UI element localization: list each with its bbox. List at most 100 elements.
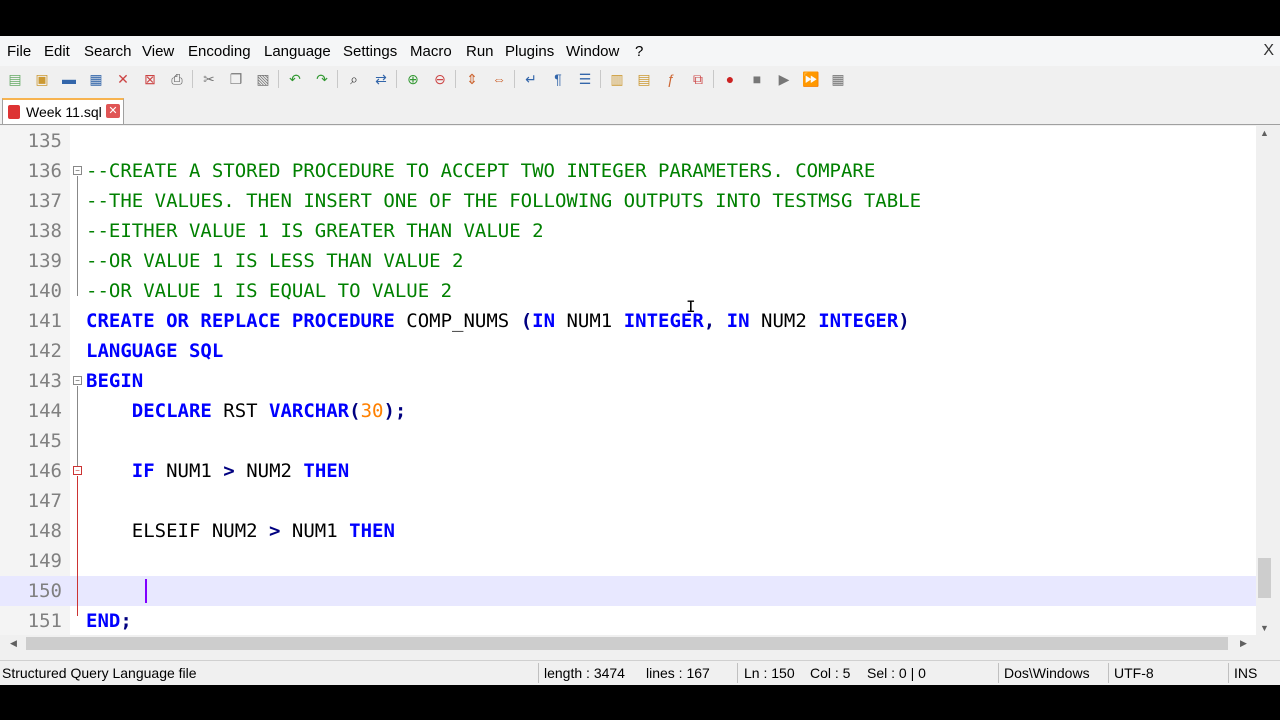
- tab-close-icon[interactable]: ✕: [106, 104, 120, 118]
- zoom-in-icon[interactable]: ⊕: [403, 69, 423, 89]
- doc-switcher-icon[interactable]: ⧉: [688, 69, 708, 89]
- horizontal-scrollbar[interactable]: ◀ ▶: [0, 635, 1256, 652]
- code-token: --THE VALUES. THEN INSERT ONE OF THE FOL…: [86, 190, 922, 212]
- tab-week-11-sql[interactable]: Week 11.sql ✕: [2, 98, 124, 124]
- scroll-up-icon[interactable]: ▲: [1260, 128, 1269, 138]
- menu-edit[interactable]: Edit: [44, 43, 70, 60]
- line-number: 137: [27, 190, 62, 212]
- code-line[interactable]: 151 END;: [0, 606, 1256, 636]
- fold-toggle-icon[interactable]: −: [73, 466, 82, 475]
- function-list-icon[interactable]: ƒ: [661, 69, 681, 89]
- code-token: >: [223, 460, 235, 482]
- close-document-icon[interactable]: X: [1263, 42, 1274, 60]
- scroll-left-icon[interactable]: ◀: [10, 638, 17, 649]
- code-line[interactable]: 149: [0, 546, 1256, 576]
- menu-window[interactable]: Window: [566, 43, 619, 60]
- code-line[interactable]: 147: [0, 486, 1256, 516]
- code-text: --THE VALUES. THEN INSERT ONE OF THE FOL…: [86, 186, 921, 216]
- undo-icon[interactable]: ↶: [285, 69, 305, 89]
- code-line[interactable]: 146 IF NUM1 > NUM2 THEN: [0, 456, 1256, 486]
- code-editor[interactable]: 135 136 --CREATE A STORED PROCEDURE TO ACC…: [0, 126, 1256, 636]
- fold-toggle-icon[interactable]: −: [73, 376, 82, 385]
- save-icon[interactable]: ▬: [59, 69, 79, 89]
- code-token: IN: [726, 310, 750, 332]
- print-icon[interactable]: ⎙: [167, 69, 187, 89]
- code-line[interactable]: 137 --THE VALUES. THEN INSERT ONE OF THE …: [0, 186, 1256, 216]
- copy-icon[interactable]: ❐: [226, 69, 246, 89]
- status-insert-mode[interactable]: INS: [1234, 665, 1257, 681]
- stop-macro-icon[interactable]: ■: [747, 69, 767, 89]
- record-macro-icon[interactable]: ●: [720, 69, 740, 89]
- code-line[interactable]: 148 ELSEIF NUM2 > NUM1 THEN: [0, 516, 1256, 546]
- menu-settings[interactable]: Settings: [343, 43, 397, 60]
- code-token: LANGUAGE SQL: [86, 340, 224, 362]
- status-eol[interactable]: Dos\Windows: [1004, 665, 1090, 681]
- code-line[interactable]: 135: [0, 126, 1256, 156]
- fold-toggle-icon[interactable]: −: [73, 166, 82, 175]
- code-line[interactable]: 140 --OR VALUE 1 IS EQUAL TO VALUE 2: [0, 276, 1256, 306]
- scroll-down-icon[interactable]: ▼: [1260, 623, 1269, 633]
- save-all-icon[interactable]: ▦: [86, 69, 106, 89]
- menu-help[interactable]: ?: [635, 43, 643, 60]
- code-token: (: [349, 400, 361, 422]
- code-line[interactable]: 150: [0, 576, 1256, 606]
- vertical-scroll-thumb[interactable]: [1258, 558, 1271, 598]
- scroll-right-icon[interactable]: ▶: [1240, 638, 1247, 649]
- code-token: BEGIN: [86, 370, 144, 392]
- code-token: END: [86, 610, 121, 632]
- folder-as-workspace-icon[interactable]: ▥: [607, 69, 627, 89]
- find-icon[interactable]: ⌕: [344, 69, 364, 89]
- vertical-scrollbar[interactable]: ▲ ▼: [1256, 126, 1273, 636]
- menu-plugins[interactable]: Plugins: [505, 43, 554, 60]
- code-line[interactable]: 143 BEGIN: [0, 366, 1256, 396]
- show-all-chars-icon[interactable]: ¶: [548, 69, 568, 89]
- menu-macro[interactable]: Macro: [410, 43, 452, 60]
- toolbar-separator: [396, 70, 397, 88]
- doc-map-icon[interactable]: ▤: [634, 69, 654, 89]
- replace-icon[interactable]: ⇄: [371, 69, 391, 89]
- code-line[interactable]: 145: [0, 426, 1256, 456]
- code-line[interactable]: 144 DECLARE RST VARCHAR(30);: [0, 396, 1256, 426]
- open-file-icon[interactable]: ▣: [32, 69, 52, 89]
- menu-encoding[interactable]: Encoding: [188, 43, 251, 60]
- status-divider: [1108, 663, 1109, 683]
- horizontal-scroll-thumb[interactable]: [26, 637, 1228, 650]
- sync-h-icon[interactable]: ⇔: [489, 69, 509, 89]
- status-file-type: Structured Query Language file: [2, 665, 197, 681]
- code-token: NUM1: [280, 520, 350, 542]
- menu-file[interactable]: File: [7, 43, 31, 60]
- status-encoding[interactable]: UTF-8: [1114, 665, 1154, 681]
- unsaved-file-icon: [8, 105, 20, 119]
- menu-search[interactable]: Search: [84, 43, 132, 60]
- close-icon[interactable]: ✕: [113, 69, 133, 89]
- paste-icon[interactable]: ▧: [253, 69, 273, 89]
- code-text: BEGIN: [86, 366, 143, 396]
- sync-v-icon[interactable]: ⇕: [462, 69, 482, 89]
- menu-language[interactable]: Language: [264, 43, 331, 60]
- word-wrap-icon[interactable]: ↵: [521, 69, 541, 89]
- line-number: 139: [27, 250, 62, 272]
- code-line[interactable]: 136 --CREATE A STORED PROCEDURE TO ACCEPT…: [0, 156, 1256, 186]
- code-line[interactable]: 142 LANGUAGE SQL: [0, 336, 1256, 366]
- code-token: INTEGER: [818, 310, 899, 332]
- code-line[interactable]: 138 --EITHER VALUE 1 IS GREATER THAN VALU…: [0, 216, 1256, 246]
- zoom-out-icon[interactable]: ⊖: [430, 69, 450, 89]
- code-line[interactable]: 141 CREATE OR REPLACE PROCEDURE COMP_NUMS…: [0, 306, 1256, 336]
- code-token: --OR VALUE 1 IS EQUAL TO VALUE 2: [86, 280, 453, 302]
- line-number: 146: [27, 460, 62, 482]
- code-line[interactable]: 139 --OR VALUE 1 IS LESS THAN VALUE 2: [0, 246, 1256, 276]
- save-macro-icon[interactable]: ▦: [828, 69, 848, 89]
- cut-icon[interactable]: ✂: [199, 69, 219, 89]
- code-text: --OR VALUE 1 IS LESS THAN VALUE 2: [86, 246, 464, 276]
- indent-guide-icon[interactable]: ☰: [575, 69, 595, 89]
- run-macro-multiple-icon[interactable]: ⏩: [801, 69, 821, 89]
- line-number: 141: [27, 310, 62, 332]
- code-text: --OR VALUE 1 IS EQUAL TO VALUE 2: [86, 276, 452, 306]
- close-all-icon[interactable]: ⊠: [140, 69, 160, 89]
- menu-view[interactable]: View: [142, 43, 174, 60]
- redo-icon[interactable]: ↷: [312, 69, 332, 89]
- play-macro-icon[interactable]: ▶: [774, 69, 794, 89]
- menu-run[interactable]: Run: [466, 43, 494, 60]
- new-file-icon[interactable]: ▤: [5, 69, 25, 89]
